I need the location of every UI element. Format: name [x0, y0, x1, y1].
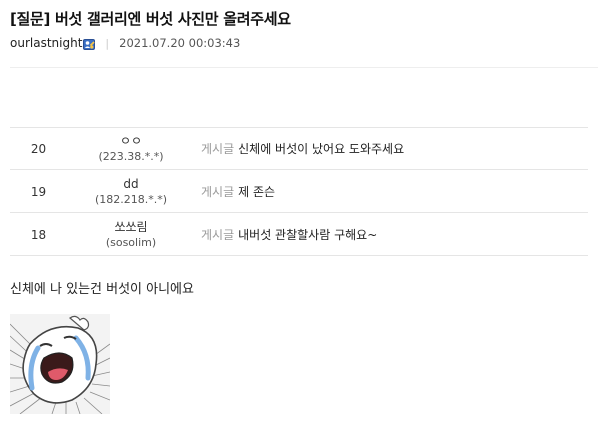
writer-ip: (223.38.*.*): [98, 149, 164, 163]
post-prefix: 게시글: [201, 142, 235, 156]
post-link[interactable]: 게시글 제 존슨: [189, 183, 275, 200]
fixed-nickname-badge-icon: [83, 38, 96, 50]
related-posts-list: 20 ㅇㅇ (223.38.*.*) 게시글 신체에 버섯이 났어요 도와주세요 …: [10, 127, 588, 256]
post-date: 2021.07.20 00:03:43: [119, 36, 241, 50]
post-meta: ourlastnight | 2021.07.20 00:03:43: [10, 36, 240, 50]
meta-separator: |: [105, 36, 110, 50]
writer-ip: (sosolim): [105, 235, 157, 249]
writer-ip: (182.218.*.*): [94, 192, 168, 206]
writer-info[interactable]: ㅇㅇ (223.38.*.*): [73, 134, 189, 164]
post-link-title: 내버섯 관찰할사람 구해요~: [238, 228, 378, 242]
list-item[interactable]: 20 ㅇㅇ (223.38.*.*) 게시글 신체에 버섯이 났어요 도와주세요: [10, 127, 588, 170]
post-number: 19: [30, 184, 47, 199]
writer-info[interactable]: dd (182.218.*.*): [73, 177, 189, 207]
post-body-text: 신체에 나 있는건 버섯이 아니에요: [10, 282, 194, 297]
post-prefix: 게시글: [201, 228, 235, 242]
title-divider: [10, 67, 598, 68]
post-link[interactable]: 게시글 내버섯 관찰할사람 구해요~: [189, 226, 377, 243]
post-link-title: 신체에 버섯이 났어요 도와주세요: [238, 142, 405, 156]
post-number: 18: [30, 227, 47, 242]
writer-name: dd: [123, 176, 139, 191]
writer-info[interactable]: 쏘쏘림 (sosolim): [73, 220, 189, 250]
writer-name: ㅇㅇ: [119, 133, 143, 148]
post-prefix: 게시글: [201, 185, 235, 199]
post-link[interactable]: 게시글 신체에 버섯이 났어요 도와주세요: [189, 140, 404, 157]
post-number: 20: [30, 141, 47, 156]
post-title: [질문] 버섯 갤러리엔 버섯 사진만 올려주세요: [10, 10, 291, 28]
author-nickname[interactable]: ourlastnight: [10, 36, 82, 50]
list-item[interactable]: 18 쏘쏘림 (sosolim) 게시글 내버섯 관찰할사람 구해요~: [10, 213, 588, 256]
post-link-title: 제 존슨: [238, 185, 276, 199]
crying-character-sticker: [9, 314, 111, 415]
writer-name: 쏘쏘림: [114, 219, 148, 234]
list-item[interactable]: 19 dd (182.218.*.*) 게시글 제 존슨: [10, 170, 588, 213]
